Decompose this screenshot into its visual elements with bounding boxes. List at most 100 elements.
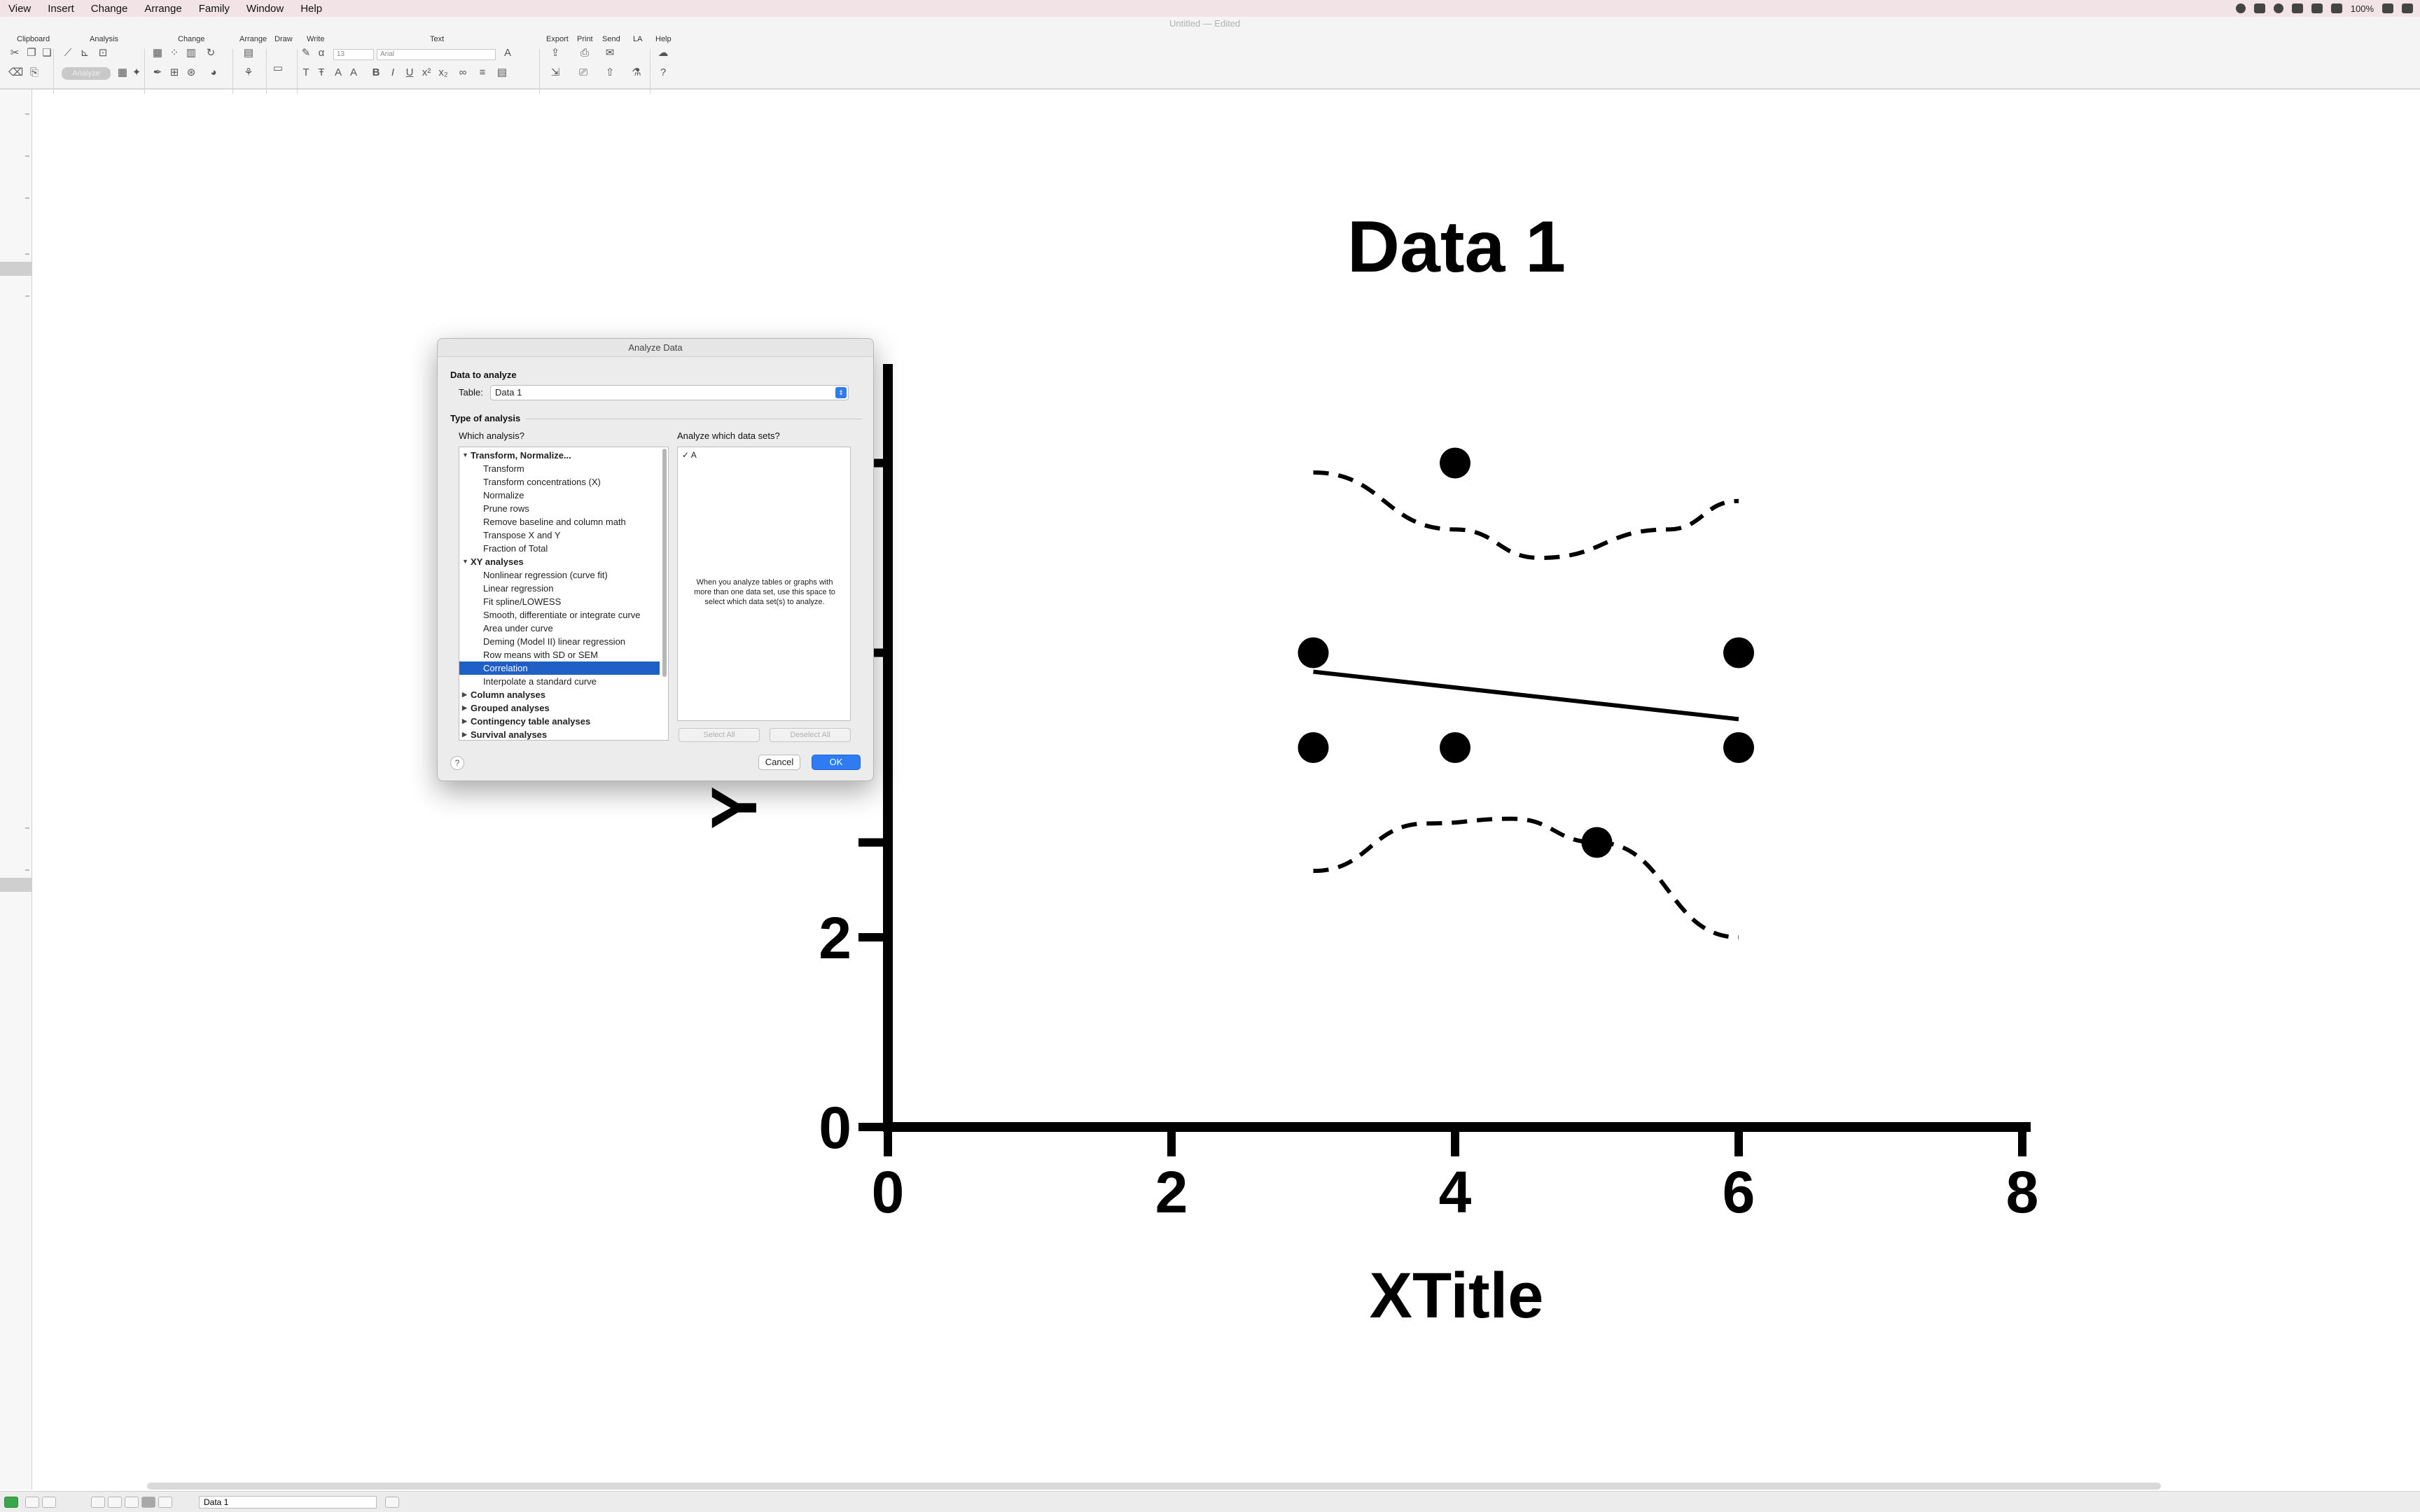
siri-icon[interactable] — [2402, 4, 2413, 13]
y-tick-label[interactable]: 0 — [819, 1095, 851, 1161]
navigator-selected-item[interactable] — [0, 878, 32, 892]
upper-confidence-band[interactable] — [1313, 470, 1739, 561]
horizontal-scrollbar[interactable] — [147, 1483, 2161, 1490]
disclosure-closed-icon[interactable]: ▶ — [462, 715, 467, 728]
alpha-icon[interactable]: α — [315, 48, 328, 59]
superscript-icon[interactable]: A — [332, 67, 345, 78]
tree-item[interactable]: Linear regression — [459, 582, 660, 595]
cloud-icon[interactable]: ☁ — [657, 48, 669, 59]
disclosure-closed-icon[interactable]: ▶ — [462, 701, 467, 715]
airplay-icon[interactable] — [2311, 4, 2323, 13]
disclosure-open-icon[interactable]: ▼ — [462, 449, 468, 462]
x-tick-label[interactable]: 6 — [1723, 1159, 1755, 1225]
keyboard-icon[interactable] — [2253, 4, 2265, 13]
x-tick-label[interactable]: 2 — [1155, 1159, 1188, 1225]
tree-item[interactable]: Nonlinear regression (curve fit) — [459, 568, 660, 582]
table-select[interactable]: Data 1 ⇕ — [490, 385, 849, 400]
copy-icon[interactable]: ❐ — [25, 48, 38, 59]
navigator-toggle-icon[interactable] — [4, 1497, 18, 1508]
x-tick-label[interactable]: 8 — [2006, 1159, 2039, 1225]
tree-scrollbar[interactable] — [662, 449, 667, 677]
analysis-tree[interactable]: ▼ Transform, Normalize... Transform Transfo… — [459, 447, 669, 741]
tree-group[interactable]: ▶ Column analyses — [459, 688, 660, 701]
font-size-field[interactable]: 13 — [333, 49, 374, 60]
data-point[interactable] — [1723, 732, 1754, 763]
tree-item[interactable]: Transform concentrations (X) — [459, 475, 660, 489]
select-all-button[interactable]: Select All — [679, 728, 760, 742]
tree-item[interactable]: Interpolate a standard curve — [459, 675, 660, 688]
color-scheme-icon[interactable]: ◕ — [207, 67, 220, 78]
rotate-icon[interactable]: ↻ — [204, 48, 217, 59]
export-pdf-icon[interactable]: ⇲ — [549, 67, 562, 78]
text-T-icon[interactable]: T — [300, 67, 312, 78]
results-icon[interactable]: ⊡ — [97, 48, 109, 59]
pen-icon[interactable]: ✒ — [151, 67, 164, 78]
subscript-icon[interactable]: A — [347, 67, 360, 78]
delete-icon[interactable]: ⌫ — [8, 67, 23, 78]
graph-view-icon[interactable] — [141, 1497, 155, 1508]
menu-insert[interactable]: Insert — [39, 3, 83, 15]
view-single-icon[interactable] — [25, 1497, 39, 1508]
help-icon[interactable]: ? — [657, 67, 669, 78]
cut-icon[interactable]: ✂ — [8, 48, 21, 59]
new-graph-icon[interactable]: ⊾ — [78, 48, 91, 59]
rectangle-icon[interactable]: ▭ — [272, 63, 284, 74]
ok-button[interactable]: OK — [812, 755, 861, 770]
record-icon[interactable] — [2235, 4, 2246, 13]
data-point[interactable] — [1723, 637, 1754, 668]
font-name-field[interactable]: Arial — [377, 49, 496, 60]
menu-family[interactable]: Family — [190, 3, 238, 15]
tree-item[interactable]: Row means with SD or SEM — [459, 648, 660, 662]
tree-item[interactable]: Deming (Model II) linear regression — [459, 635, 660, 648]
tree-group[interactable]: ▼ XY analyses — [459, 555, 660, 568]
y-axis-title[interactable]: Y — [699, 786, 770, 829]
analyze-button[interactable]: Analyze — [62, 67, 111, 80]
results-view-icon[interactable] — [125, 1497, 139, 1508]
text-T-outline-icon[interactable]: Ŧ — [315, 67, 328, 78]
paste-special-icon[interactable]: ❏ — [41, 48, 53, 59]
deselect-all-button[interactable]: Deselect All — [770, 728, 851, 742]
text-tool-icon[interactable]: ✎ — [300, 48, 312, 59]
y-tick-label[interactable]: 2 — [819, 905, 851, 971]
bold-icon[interactable]: B — [370, 67, 382, 78]
new-analysis-icon[interactable]: ⟋ — [62, 48, 74, 59]
tree-item[interactable]: Remove baseline and column math — [459, 515, 660, 528]
x-tick-label[interactable]: 4 — [1439, 1159, 1472, 1225]
link-tool-icon[interactable] — [385, 1497, 399, 1508]
align-icon[interactable]: ⚘ — [242, 67, 255, 78]
tree-group[interactable]: ▶ Contingency table analyses — [459, 715, 660, 728]
tree-item[interactable]: Area under curve — [459, 622, 660, 635]
menu-change[interactable]: Change — [83, 3, 137, 15]
tree-item[interactable]: Transform — [459, 462, 660, 475]
datasets-list[interactable]: ✓ A When you analyze tables or graphs wi… — [677, 447, 851, 721]
table-icon[interactable]: ▦ — [116, 67, 129, 78]
x-tick-label[interactable]: 0 — [872, 1159, 905, 1225]
index-icon[interactable]: x₂ — [437, 67, 450, 78]
battery-icon[interactable] — [2382, 4, 2393, 13]
graph-svg[interactable]: Data 1 XTitle Y 0 2 4 6 8 0 2 — [0, 0, 2420, 1512]
symbols-icon[interactable]: ⊛ — [185, 67, 197, 78]
dataset-a-checkbox[interactable]: ✓ A — [682, 450, 697, 460]
disclosure-closed-icon[interactable]: ▶ — [462, 728, 467, 740]
sheet-view-icon[interactable] — [91, 1497, 105, 1508]
view-grid-icon[interactable] — [42, 1497, 56, 1508]
disclosure-closed-icon[interactable]: ▶ — [462, 688, 467, 701]
help-button[interactable]: ? — [450, 756, 464, 770]
data-point[interactable] — [1440, 447, 1470, 479]
print-preview-icon[interactable]: ⎚ — [577, 67, 590, 78]
text-color-icon[interactable]: A — [501, 48, 514, 59]
data-point[interactable] — [1581, 827, 1613, 858]
navigator-selected-item[interactable] — [0, 262, 32, 276]
send-icon[interactable]: ✉ — [604, 48, 616, 59]
paragraph-icon[interactable]: ≡ — [476, 67, 489, 78]
user-icon[interactable] — [2273, 4, 2283, 13]
tree-group[interactable]: ▼ Transform, Normalize... — [459, 449, 660, 462]
wifi-icon[interactable] — [2291, 4, 2303, 13]
tree-item[interactable]: Correlation — [459, 662, 660, 675]
regression-line[interactable] — [1313, 669, 1739, 722]
italic-icon[interactable]: I — [387, 67, 399, 78]
layout-icon[interactable]: ⊞ — [168, 67, 181, 78]
la-icon[interactable]: ⚗ — [630, 67, 643, 78]
layout-view-icon[interactable] — [158, 1497, 172, 1508]
volume-icon[interactable] — [2330, 4, 2342, 13]
